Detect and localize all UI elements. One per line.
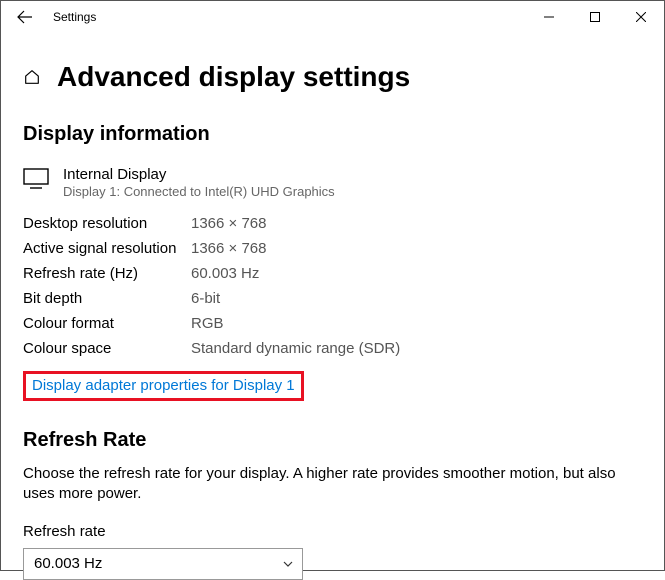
page-header: Advanced display settings bbox=[23, 61, 642, 93]
adapter-link-highlight: Display adapter properties for Display 1 bbox=[23, 371, 304, 401]
desktop-resolution-row: Desktop resolution 1366 × 768 bbox=[23, 215, 642, 232]
colour-space-row: Colour space Standard dynamic range (SDR… bbox=[23, 340, 642, 357]
colour-format-label: Colour format bbox=[23, 315, 191, 332]
bit-depth-label: Bit depth bbox=[23, 290, 191, 307]
display-identity: Internal Display Display 1: Connected to… bbox=[23, 166, 642, 199]
maximize-button[interactable] bbox=[572, 1, 618, 33]
titlebar: Settings bbox=[1, 1, 664, 33]
refresh-rate-description: Choose the refresh rate for your display… bbox=[23, 464, 642, 505]
display-subtitle: Display 1: Connected to Intel(R) UHD Gra… bbox=[63, 184, 335, 199]
colour-format-row: Colour format RGB bbox=[23, 315, 642, 332]
colour-space-value: Standard dynamic range (SDR) bbox=[191, 340, 400, 357]
back-button[interactable] bbox=[1, 1, 49, 33]
close-button[interactable] bbox=[618, 1, 664, 33]
bit-depth-value: 6-bit bbox=[191, 290, 220, 307]
display-info-grid: Desktop resolution 1366 × 768 Active sig… bbox=[23, 215, 642, 357]
refresh-rate-value: 60.003 Hz bbox=[191, 265, 259, 282]
refresh-rate-field-label: Refresh rate bbox=[23, 523, 642, 540]
refresh-rate-label: Refresh rate (Hz) bbox=[23, 265, 191, 282]
monitor-icon bbox=[23, 168, 49, 195]
close-icon bbox=[636, 12, 646, 22]
refresh-rate-heading: Refresh Rate bbox=[23, 429, 642, 452]
signal-resolution-label: Active signal resolution bbox=[23, 240, 191, 257]
signal-resolution-row: Active signal resolution 1366 × 768 bbox=[23, 240, 642, 257]
colour-space-label: Colour space bbox=[23, 340, 191, 357]
display-name: Internal Display bbox=[63, 166, 335, 183]
refresh-rate-row: Refresh rate (Hz) 60.003 Hz bbox=[23, 265, 642, 282]
page-title: Advanced display settings bbox=[57, 61, 410, 93]
maximize-icon bbox=[590, 12, 600, 22]
home-button[interactable] bbox=[23, 68, 41, 86]
desktop-resolution-value: 1366 × 768 bbox=[191, 215, 267, 232]
bit-depth-row: Bit depth 6-bit bbox=[23, 290, 642, 307]
signal-resolution-value: 1366 × 768 bbox=[191, 240, 267, 257]
minimize-button[interactable] bbox=[526, 1, 572, 33]
display-info-heading: Display information bbox=[23, 123, 642, 146]
adapter-properties-link[interactable]: Display adapter properties for Display 1 bbox=[32, 377, 295, 394]
back-arrow-icon bbox=[17, 9, 33, 25]
window-title: Settings bbox=[53, 10, 96, 24]
home-icon bbox=[23, 68, 41, 86]
refresh-rate-dropdown[interactable]: 60.003 Hz bbox=[23, 548, 303, 580]
refresh-rate-selected: 60.003 Hz bbox=[34, 555, 102, 572]
colour-format-value: RGB bbox=[191, 315, 224, 332]
desktop-resolution-label: Desktop resolution bbox=[23, 215, 191, 232]
minimize-icon bbox=[544, 12, 554, 22]
chevron-down-icon bbox=[282, 558, 294, 570]
